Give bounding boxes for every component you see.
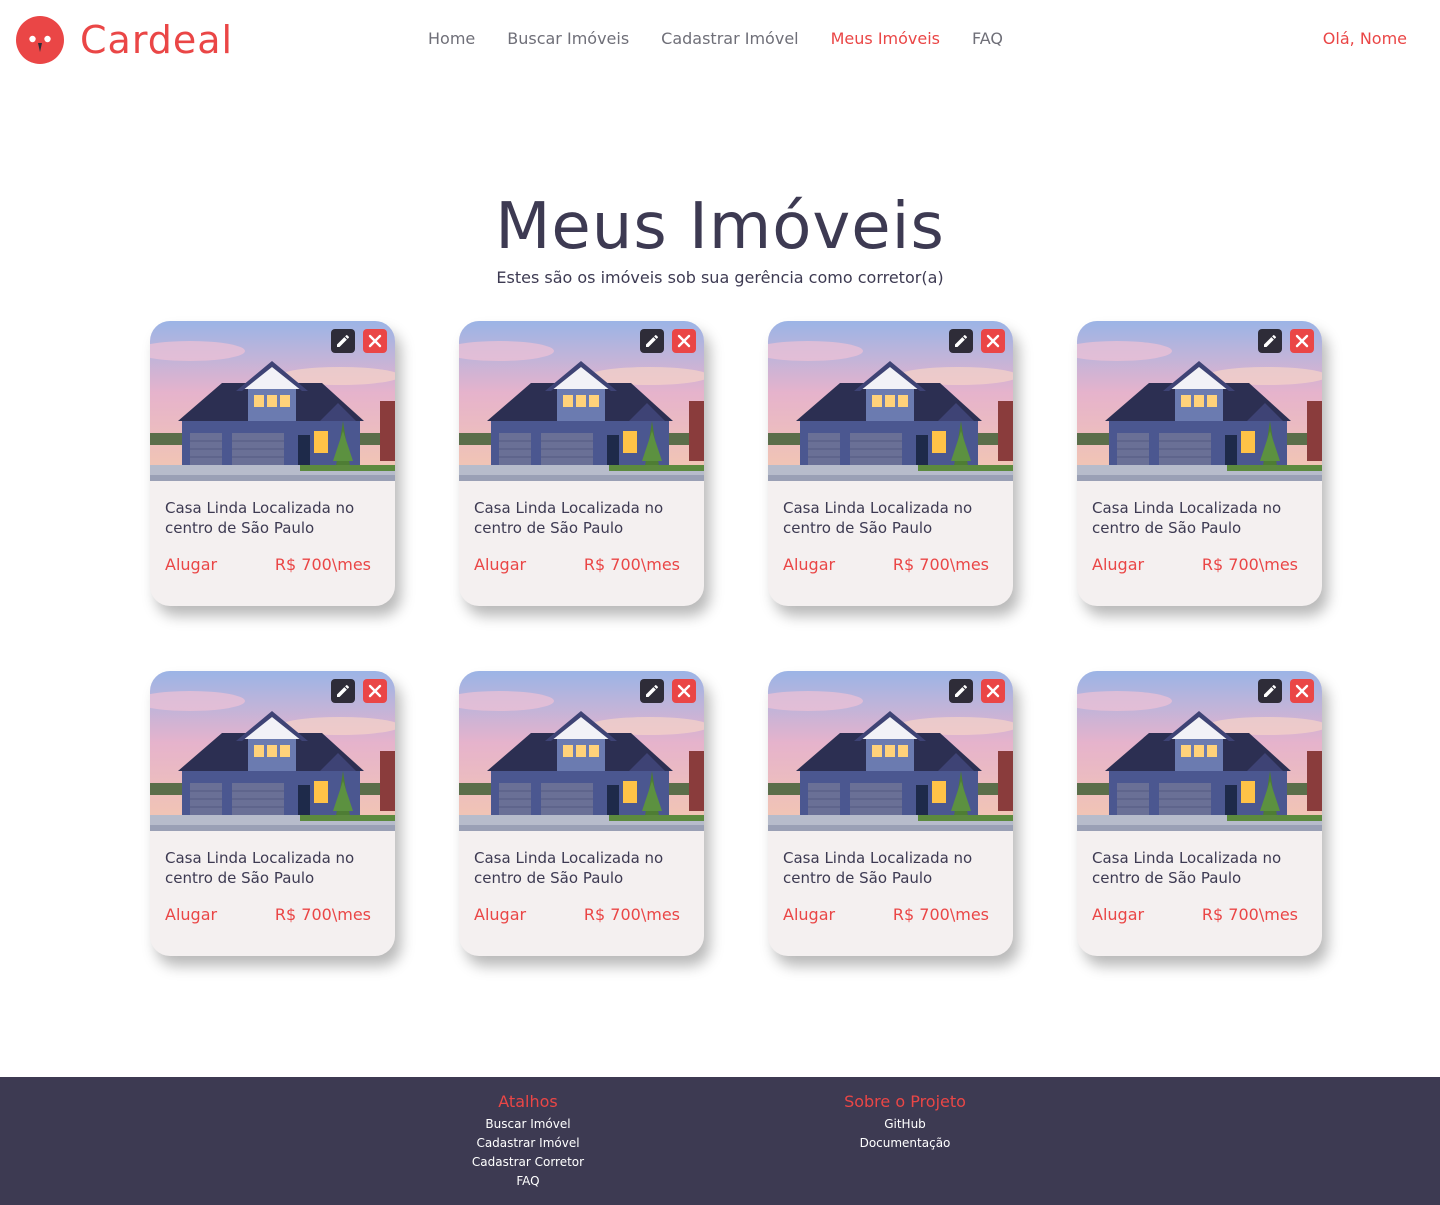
footer-link-cadastrar-imovel[interactable]: Cadastrar Imóvel [428,1134,628,1153]
footer-link-documentacao[interactable]: Documentação [805,1134,1005,1153]
property-card[interactable]: Casa Linda Localizada no centro de São P… [150,671,395,956]
delete-button[interactable] [981,679,1005,703]
brand-name: Cardeal [80,18,234,62]
property-price: R$ 700\mes [892,905,989,924]
property-price: R$ 700\mes [1201,555,1298,574]
property-listing-type: Alugar [1092,555,1145,574]
delete-button[interactable] [672,679,696,703]
footer-about-heading: Sobre o Projeto [844,1092,966,1111]
footer-link-github[interactable]: GitHub [805,1115,1005,1134]
property-photo [1077,321,1322,481]
property-photo [459,671,704,831]
pencil-icon [337,684,349,697]
footer-link-cadastrar-corretor[interactable]: Cadastrar Corretor [428,1153,628,1172]
footer-shortcuts: Atalhos Buscar Imóvel Cadastrar Imóvel C… [428,1092,628,1191]
edit-button[interactable] [949,329,973,353]
close-icon [368,684,382,698]
property-title: Casa Linda Localizada no centro de São P… [474,499,664,537]
property-photo [768,321,1013,481]
property-listing-type: Alugar [783,555,836,574]
property-price: R$ 700\mes [274,905,371,924]
site-header: Cardeal Home Buscar Imóveis Cadastrar Im… [0,0,1440,80]
properties-grid: Casa Linda Localizada no centro de São P… [150,321,1322,956]
delete-button[interactable] [672,329,696,353]
nav-cadastrar-imovel[interactable]: Cadastrar Imóvel [661,29,798,48]
property-title: Casa Linda Localizada no centro de São P… [474,849,664,887]
property-photo [768,671,1013,831]
property-photo [150,671,395,831]
property-listing-type: Alugar [165,905,218,924]
nav-buscar-imoveis[interactable]: Buscar Imóveis [507,29,629,48]
edit-button[interactable] [1258,329,1282,353]
pencil-icon [1264,334,1276,347]
property-price: R$ 700\mes [583,905,680,924]
close-icon [677,684,691,698]
page-subtitle: Estes são os imóveis sob sua gerência co… [496,268,944,287]
property-photo [459,321,704,481]
property-price: R$ 700\mes [274,555,371,574]
property-title: Casa Linda Localizada no centro de São P… [165,499,355,537]
property-listing-type: Alugar [474,555,527,574]
edit-button[interactable] [640,679,664,703]
property-card[interactable]: Casa Linda Localizada no centro de São P… [1077,321,1322,606]
property-card[interactable]: Casa Linda Localizada no centro de São P… [1077,671,1322,956]
property-listing-type: Alugar [1092,905,1145,924]
delete-button[interactable] [981,329,1005,353]
property-price: R$ 700\mes [583,555,680,574]
edit-button[interactable] [640,329,664,353]
delete-button[interactable] [363,679,387,703]
nav-faq[interactable]: FAQ [972,29,1003,48]
page-title: Meus Imóveis [495,190,945,264]
footer-link-faq[interactable]: FAQ [428,1172,628,1191]
property-listing-type: Alugar [474,905,527,924]
delete-button[interactable] [1290,329,1314,353]
property-title: Casa Linda Localizada no centro de São P… [783,499,973,537]
property-card[interactable]: Casa Linda Localizada no centro de São P… [459,671,704,956]
close-icon [1295,334,1309,348]
logo-link[interactable]: Cardeal [16,16,233,64]
property-price: R$ 700\mes [892,555,989,574]
footer-link-buscar-imovel[interactable]: Buscar Imóvel [428,1115,628,1134]
edit-button[interactable] [331,329,355,353]
delete-button[interactable] [363,329,387,353]
property-card[interactable]: Casa Linda Localizada no centro de São P… [150,321,395,606]
site-footer: Atalhos Buscar Imóvel Cadastrar Imóvel C… [0,1077,1440,1205]
pencil-icon [646,684,658,697]
property-card[interactable]: Casa Linda Localizada no centro de São P… [768,671,1013,956]
delete-button[interactable] [1290,679,1314,703]
pencil-icon [955,334,967,347]
main-nav: Home Buscar Imóveis Cadastrar Imóvel Meu… [428,29,1035,48]
footer-shortcuts-heading: Atalhos [498,1092,558,1111]
close-icon [986,684,1000,698]
edit-button[interactable] [1258,679,1282,703]
edit-button[interactable] [331,679,355,703]
pencil-icon [1264,684,1276,697]
pencil-icon [646,334,658,347]
property-card[interactable]: Casa Linda Localizada no centro de São P… [459,321,704,606]
edit-button[interactable] [949,679,973,703]
property-price: R$ 700\mes [1201,905,1298,924]
property-title: Casa Linda Localizada no centro de São P… [783,849,973,887]
property-photo [150,321,395,481]
close-icon [368,334,382,348]
close-icon [1295,684,1309,698]
pencil-icon [337,334,349,347]
property-title: Casa Linda Localizada no centro de São P… [1092,849,1282,887]
nav-meus-imoveis[interactable]: Meus Imóveis [831,29,940,48]
property-listing-type: Alugar [783,905,836,924]
property-card[interactable]: Casa Linda Localizada no centro de São P… [768,321,1013,606]
pencil-icon [955,684,967,697]
cardinal-logo-icon [16,16,64,64]
property-photo [1077,671,1322,831]
property-title: Casa Linda Localizada no centro de São P… [1092,499,1282,537]
nav-home[interactable]: Home [428,29,475,48]
property-title: Casa Linda Localizada no centro de São P… [165,849,355,887]
property-listing-type: Alugar [165,555,218,574]
user-greeting-link[interactable]: Olá, Nome [1323,29,1407,48]
footer-about: Sobre o Projeto GitHub Documentação [805,1092,1005,1153]
close-icon [986,334,1000,348]
close-icon [677,334,691,348]
